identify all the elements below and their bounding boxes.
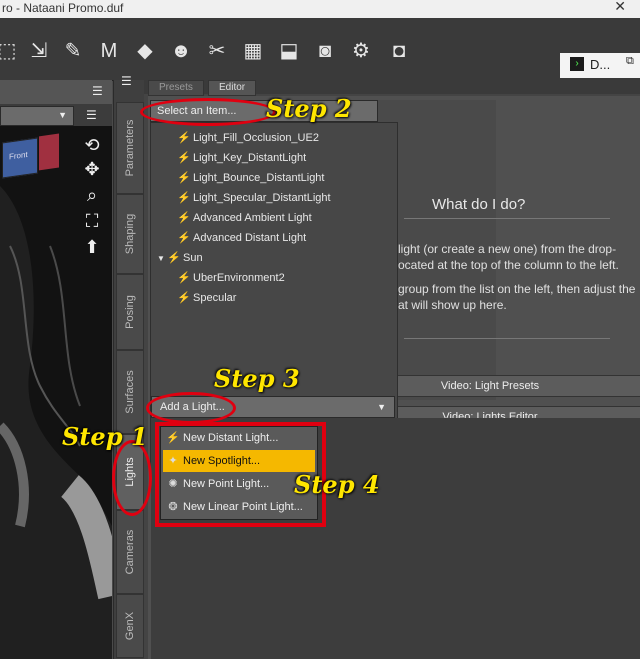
chevron-down-icon: ▼ — [377, 402, 386, 412]
light-icon: ⚡ — [167, 252, 181, 264]
tab-label: GenX — [124, 611, 136, 641]
tab-shaping[interactable]: Shaping — [116, 194, 144, 274]
step1-highlight-ring — [112, 440, 152, 516]
step4-label: Step 4 — [294, 470, 380, 499]
aim-icon[interactable]: ⬆ — [80, 236, 104, 258]
help-text-line: at will show up here. — [398, 298, 507, 312]
main-toolbar: ⬚ ⇲ ✎ M ◆ ☻ ✂ ▦ ⬓ ◙ ⚙ ◘ › D... ⧉ — [0, 18, 640, 81]
view-cube-side — [39, 133, 59, 171]
list-item-label: Light_Specular_DistantLight — [193, 192, 331, 204]
tab-presets[interactable]: Presets — [148, 80, 204, 96]
help-title: What do I do? — [432, 196, 526, 213]
window-title-bar: ro - Nataani Promo.duf ✕ — [0, 0, 640, 18]
tool-icon[interactable]: ⬚ — [0, 38, 20, 64]
render-camera-icon[interactable]: ◙ — [312, 38, 338, 64]
list-item[interactable]: ⚡ UberEnvironment2 — [177, 269, 285, 287]
window-title: ro - Nataani Promo.duf — [2, 1, 124, 15]
tab-label: Shaping — [124, 213, 136, 255]
light-icon: ⚡ — [177, 292, 191, 304]
light-icon: ⚡ — [177, 212, 191, 224]
list-item-label: Light_Key_DistantLight — [193, 152, 307, 164]
surface-tool-icon[interactable]: ◆ — [132, 38, 158, 64]
view-cube-face: Front — [9, 149, 28, 162]
help-text-line: light (or create a new one) from the dro… — [398, 242, 617, 256]
expand-arrow-icon[interactable]: ▼ — [157, 250, 167, 268]
list-item[interactable]: ⚡ Light_Key_DistantLight — [177, 149, 306, 167]
step2-highlight-ring — [140, 98, 276, 126]
list-item[interactable]: ⚡ Light_Fill_Occlusion_UE2 — [177, 129, 319, 147]
light-icon: ⚡ — [177, 152, 191, 164]
pan-icon[interactable]: ✥ — [80, 158, 104, 180]
frame-icon[interactable]: ⛶ — [80, 210, 104, 232]
view-cube[interactable]: Front — [2, 133, 59, 179]
light-icon: ⚡ — [177, 172, 191, 184]
chevron-down-icon: ▼ — [58, 110, 67, 120]
light-icon: ⚡ — [177, 272, 191, 284]
viewport-camera-select[interactable]: ▼ — [0, 106, 74, 126]
render-icon[interactable]: ◘ — [386, 38, 412, 64]
step1-label: Step 1 — [62, 422, 148, 451]
list-item-label: Advanced Ambient Light — [193, 212, 312, 224]
list-item-group[interactable]: ▼ ⚡ Sun — [157, 249, 203, 267]
zoom-icon[interactable]: ⌕ — [80, 184, 104, 206]
pane-tabs: Presets Editor — [144, 80, 640, 96]
tab-editor[interactable]: Editor — [208, 80, 257, 96]
light-icon: ⚡ — [177, 232, 191, 244]
divider — [404, 218, 610, 219]
tab-genx[interactable]: GenX — [116, 594, 144, 658]
list-item-label: UberEnvironment2 — [193, 272, 285, 284]
edit-tool-icon[interactable]: ⬓ — [276, 38, 302, 64]
viewport-menu-icon[interactable]: ☰ — [92, 84, 103, 98]
joint-tool-icon[interactable]: ✎ — [60, 38, 86, 64]
tab-label: Surfaces — [124, 370, 136, 414]
tab-parameters[interactable]: Parameters — [116, 102, 144, 194]
list-item[interactable]: ⚡ Advanced Ambient Light — [177, 209, 312, 227]
tab-cameras[interactable]: Cameras — [116, 510, 144, 594]
list-item[interactable]: ⚡ Light_Specular_DistantLight — [177, 189, 331, 207]
render-settings-icon[interactable]: ⚙ — [348, 38, 374, 64]
transform-tool-icon[interactable]: ⇲ — [26, 38, 52, 64]
list-item-label: Sun — [183, 252, 203, 264]
viewport-options-icon[interactable]: ☰ — [86, 108, 97, 122]
close-icon[interactable]: ✕ — [614, 0, 626, 14]
divider — [404, 338, 610, 339]
pane-tab[interactable]: › D... ⧉ — [560, 53, 640, 78]
tab-menu-icon[interactable]: ☰ — [121, 74, 132, 88]
side-tab-strip: ☰ Parameters Shaping Posing Surfaces Lig… — [113, 74, 144, 659]
restore-icon[interactable]: ⧉ — [626, 55, 634, 68]
step3-label: Step 3 — [214, 364, 300, 393]
morph-tool-icon[interactable]: M — [96, 38, 122, 64]
help-text-line: group from the list on the left, then ad… — [398, 282, 636, 296]
figure-tool-icon[interactable]: ☻ — [168, 38, 194, 64]
pane-tab-label: D... — [590, 57, 611, 72]
terminal-icon: › — [570, 57, 584, 71]
tab-label: Cameras — [124, 529, 136, 575]
orbit-icon[interactable]: ⟲ — [80, 134, 104, 156]
help-text-line: ocated at the top of the column to the l… — [398, 258, 619, 272]
viewport[interactable]: ☰ ▼ ☰ Front ⟲ ✥ ⌕ ⛶ ⬆ — [0, 80, 112, 659]
step3-highlight-ring — [146, 392, 236, 424]
list-item[interactable]: ⚡ Advanced Distant Light — [177, 229, 306, 247]
tab-label: Parameters — [124, 119, 136, 177]
list-item-label: Light_Bounce_DistantLight — [193, 172, 325, 184]
list-item[interactable]: ⚡ Light_Bounce_DistantLight — [177, 169, 324, 187]
light-icon: ⚡ — [177, 132, 191, 144]
tab-label: Posing — [124, 295, 136, 329]
step2-label: Step 2 — [266, 94, 352, 123]
tab-posing[interactable]: Posing — [116, 274, 144, 350]
viewport-header: ☰ — [0, 80, 112, 104]
light-icon: ⚡ — [177, 192, 191, 204]
list-item-label: Advanced Distant Light — [193, 232, 307, 244]
brush-tool-icon[interactable]: ▦ — [240, 38, 266, 64]
list-item-label: Specular — [193, 292, 237, 304]
list-item[interactable]: ⚡ Specular — [177, 289, 236, 307]
list-item-label: Light_Fill_Occlusion_UE2 — [193, 132, 319, 144]
geometry-tool-icon[interactable]: ✂ — [204, 38, 230, 64]
